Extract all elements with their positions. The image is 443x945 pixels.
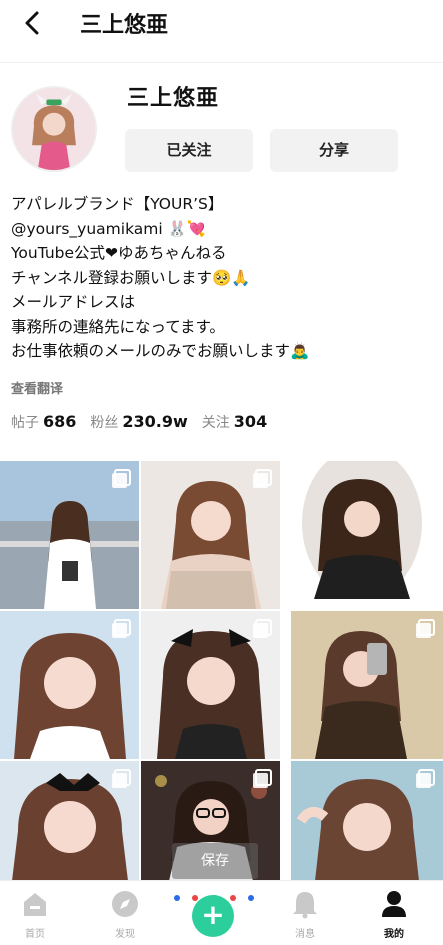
grid-photo[interactable] [0,761,139,881]
profile-name: 三上悠亜 [127,85,220,111]
translate-link[interactable]: 查看翻译 [11,378,63,397]
stat-posts[interactable]: 帖子 686 [11,412,76,432]
nav-discover[interactable]: 发现 [95,889,155,940]
home-icon [24,893,46,916]
profile-stats: 帖子 686 粉丝 230.9w 关注 304 [11,412,267,432]
create-post-button[interactable]: + [192,895,234,937]
nav-home-label: 首页 [25,929,45,940]
multi-photo-icon [253,769,272,788]
multi-photo-icon [253,619,272,638]
grid-photo[interactable] [0,611,139,759]
bio-line: 事務所の連絡先になってます。 [11,317,225,336]
multi-photo-icon [112,769,131,788]
nav-messages-label: 消息 [295,929,315,940]
page-title: 三上悠亜 [80,12,169,38]
top-bar: 三上悠亜 [0,0,443,45]
grid-photo[interactable] [302,461,441,609]
nav-me-label: 我的 [384,929,404,940]
decor-dot [174,895,180,901]
save-button[interactable]: 保存 [172,843,258,879]
avatar[interactable] [11,86,97,172]
stat-fans-label: 粉丝 [90,415,119,431]
compass-icon [112,891,138,917]
multi-photo-icon [416,769,435,788]
bio-line: お仕事依頼のメールのみでお願いします🙇‍♂️ [11,342,310,360]
multi-photo-icon [112,619,131,638]
multi-photo-icon [253,469,272,488]
stat-following-value: 304 [233,412,268,431]
stat-following[interactable]: 关注 304 [202,412,267,432]
grid-photo[interactable] [0,461,139,609]
profile-bio: アパレルブランド【YOUR’S】 @yours_yuamikami 🐰💘 You… [11,192,309,364]
bio-line: チャンネル登録お願いします🥺🙏 [11,268,251,287]
stat-posts-value: 686 [43,412,77,431]
grid-photo[interactable] [291,611,443,759]
following-button[interactable]: 已关注 [125,129,253,172]
decor-dot [248,895,254,901]
bio-line: アパレルブランド【YOUR’S】 [11,195,224,213]
back-arrow-icon[interactable] [18,8,48,38]
plus-icon: + [201,898,225,931]
header-divider [0,62,443,63]
stat-following-label: 关注 [201,415,230,431]
grid-photo[interactable] [291,761,443,881]
profile-icon [382,891,406,917]
bio-line: メールアドレスは [11,293,136,311]
stat-posts-label: 帖子 [11,415,39,431]
bell-icon [293,892,317,919]
bio-line: @yours_yuamikami 🐰💘 [11,219,207,238]
stat-fans-value: 230.9w [122,412,188,431]
nav-messages[interactable]: 消息 [275,889,335,940]
bio-line: YouTube公式❤ゆあちゃんねる [11,244,227,262]
grid-photo[interactable] [141,611,280,759]
multi-photo-icon [112,469,131,488]
grid-photo[interactable] [141,461,280,609]
multi-photo-icon [416,619,435,638]
nav-me[interactable]: 我的 [364,889,424,940]
nav-home[interactable]: 首页 [5,889,65,940]
multi-photo-icon [414,469,433,488]
stat-fans[interactable]: 粉丝 230.9w [90,412,187,432]
nav-discover-label: 发现 [115,929,135,940]
share-button[interactable]: 分享 [270,129,398,172]
